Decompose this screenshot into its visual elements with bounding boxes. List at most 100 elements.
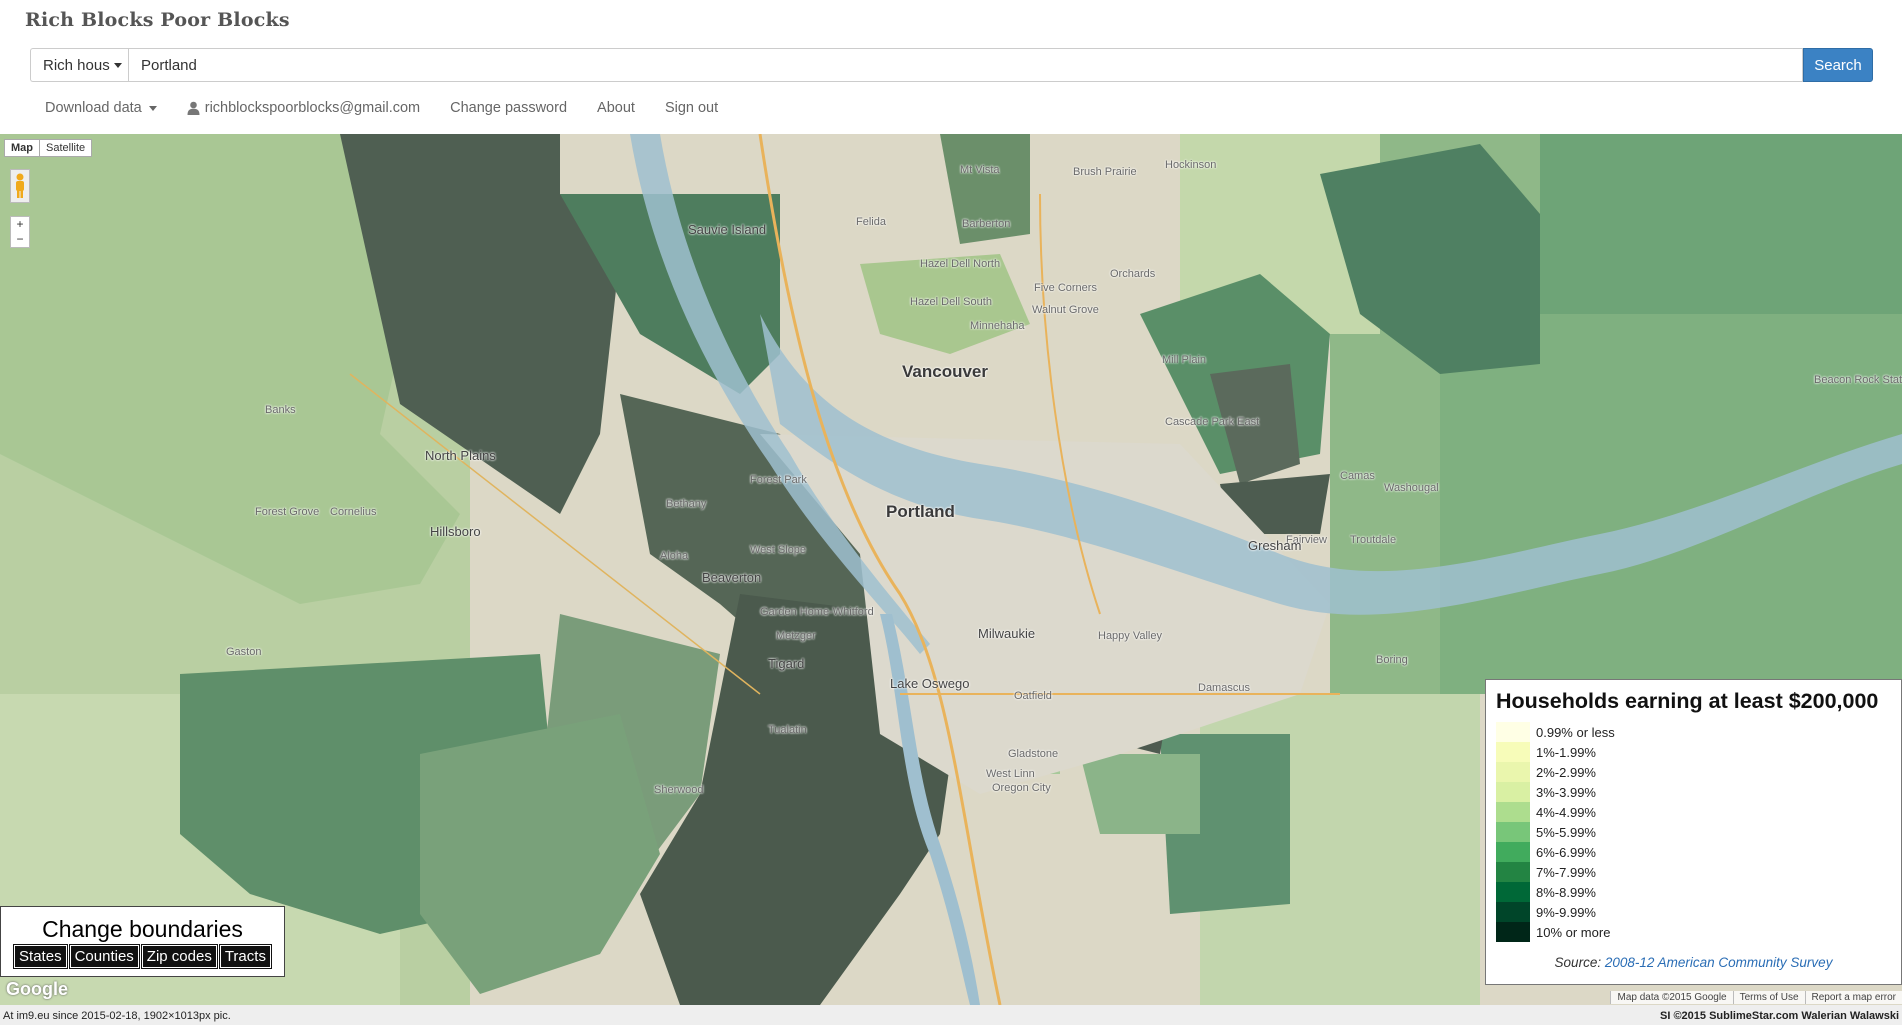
place-label: Milwaukie (978, 626, 1036, 641)
chevron-down-icon (148, 105, 157, 111)
zip-codes-button[interactable]: Zip codes (140, 944, 218, 969)
place-label: Bethany (666, 498, 707, 510)
place-label: Minnehaha (970, 320, 1025, 332)
place-label: Beacon Rock Stat (1814, 374, 1902, 386)
report-error-link[interactable]: Report a map error (1804, 991, 1902, 1004)
host-info-text: At im9.eu since 2015-02-18, 1902×1013px … (3, 1010, 231, 1022)
change-password-link[interactable]: Change password (450, 100, 567, 116)
place-label: Camas (1340, 470, 1375, 482)
place-label: West Slope (750, 544, 807, 556)
legend-row: 0.99% or less (1496, 722, 1615, 742)
search-input[interactable] (128, 48, 1803, 82)
map-type-control: Map Satellite (4, 139, 93, 157)
legend-source: Source: 2008-12 American Community Surve… (1486, 955, 1901, 970)
place-label: Felida (856, 216, 886, 228)
place-label: Metzger (776, 630, 816, 642)
place-label: Gaston (226, 646, 262, 658)
place-label: Mt Vista (960, 164, 1000, 176)
legend-label: 2%-2.99% (1536, 764, 1596, 780)
zoom-in-button[interactable]: + (11, 217, 29, 232)
place-label: North Plains (425, 448, 496, 463)
metric-select-label: Rich hous (43, 56, 110, 74)
city-label: Vancouver (902, 362, 988, 381)
place-label: Cornelius (330, 506, 377, 518)
legend-label: 0.99% or less (1536, 724, 1615, 740)
legend-label: 8%-8.99% (1536, 884, 1596, 900)
map-legend: Households earning at least $200,000 0.9… (1485, 679, 1902, 985)
legend-row: 6%-6.99% (1496, 842, 1615, 862)
legend-label: 3%-3.99% (1536, 784, 1596, 800)
legend-swatch (1496, 842, 1530, 862)
place-label: Gresham (1248, 538, 1302, 553)
terms-link[interactable]: Terms of Use (1732, 991, 1805, 1004)
legend-swatch (1496, 902, 1530, 922)
place-label: Hillsboro (430, 524, 481, 539)
place-label: Boring (1376, 654, 1408, 666)
account-email-label: richblockspoorblocks@gmail.com (204, 100, 421, 116)
sign-out-link[interactable]: Sign out (665, 100, 718, 116)
map-data-text: Map data ©2015 Google (1610, 991, 1732, 1004)
place-label: Hazel Dell South (910, 296, 992, 308)
place-label: Gladstone (1008, 748, 1059, 760)
about-link[interactable]: About (597, 100, 635, 116)
place-label: Cascade Park East (1165, 416, 1260, 428)
boundaries-title: Change boundaries (42, 916, 243, 942)
place-label: Damascus (1198, 682, 1250, 694)
legend-label: 1%-1.99% (1536, 744, 1596, 760)
source-prefix: Source: (1554, 955, 1602, 970)
place-label: Orchards (1110, 268, 1156, 280)
legend-swatch (1496, 862, 1530, 882)
place-label: Mill Plain (1162, 354, 1207, 366)
user-icon (187, 101, 200, 115)
legend-label: 4%-4.99% (1536, 804, 1596, 820)
legend-label: 9%-9.99% (1536, 904, 1596, 920)
legend-items: 0.99% or less 1%-1.99% 2%-2.99% 3%-3.99% 4%-… (1496, 722, 1615, 942)
counties-button[interactable]: Counties (68, 944, 140, 969)
place-label: Brush Prairie (1073, 166, 1137, 178)
place-label: Garden Home-Whitford (760, 606, 874, 618)
place-label: Hazel Dell North (920, 258, 1001, 270)
zoom-control: + − (10, 216, 30, 248)
legend-label: 10% or more (1536, 924, 1611, 940)
legend-swatch (1496, 802, 1530, 822)
map-type-satellite[interactable]: Satellite (40, 140, 91, 156)
place-label: Aloha (660, 550, 689, 562)
image-host-footer: At im9.eu since 2015-02-18, 1902×1013px … (0, 1005, 1902, 1025)
place-label: Barberton (962, 218, 1011, 230)
states-button[interactable]: States (13, 944, 68, 969)
legend-swatch (1496, 882, 1530, 902)
search-bar: Rich hous Search (30, 48, 1873, 84)
legend-swatch (1496, 782, 1530, 802)
tracts-button[interactable]: Tracts (218, 944, 272, 969)
pegman-icon[interactable] (10, 169, 30, 203)
place-label: West Linn (986, 768, 1035, 780)
change-boundaries-panel: Change boundaries States Counties Zip co… (0, 906, 285, 977)
chevron-down-icon (113, 62, 122, 68)
place-label: Beaverton (702, 570, 762, 585)
nav-bar: Download data richblockspoorblocks@gmail… (45, 100, 748, 116)
google-logo[interactable]: Google (6, 979, 68, 1000)
legend-title: Households earning at least $200,000 (1496, 689, 1879, 713)
search-button[interactable]: Search (1803, 48, 1873, 82)
place-label: Five Corners (1034, 282, 1097, 294)
download-data-menu[interactable]: Download data (45, 100, 157, 116)
legend-row: 8%-8.99% (1496, 882, 1615, 902)
metric-select[interactable]: Rich hous (30, 48, 128, 82)
place-label: Lake Oswego (890, 676, 970, 691)
place-label: Washougal (1384, 482, 1439, 494)
place-label: Hockinson (1165, 159, 1217, 171)
source-link[interactable]: 2008-12 American Community Survey (1605, 955, 1833, 970)
legend-swatch (1496, 922, 1530, 942)
site-brand[interactable]: Rich Blocks Poor Blocks (25, 9, 290, 31)
place-label: Forest Grove (255, 506, 320, 518)
legend-label: 7%-7.99% (1536, 864, 1596, 880)
legend-swatch (1496, 742, 1530, 762)
account-email[interactable]: richblockspoorblocks@gmail.com (187, 100, 420, 116)
place-label: Banks (265, 404, 296, 416)
place-label: Forest Park (750, 474, 807, 486)
legend-row: 4%-4.99% (1496, 802, 1615, 822)
place-label: Troutdale (1350, 534, 1397, 546)
map-type-map[interactable]: Map (5, 140, 40, 156)
zoom-out-button[interactable]: − (11, 232, 29, 247)
legend-row: 10% or more (1496, 922, 1615, 942)
